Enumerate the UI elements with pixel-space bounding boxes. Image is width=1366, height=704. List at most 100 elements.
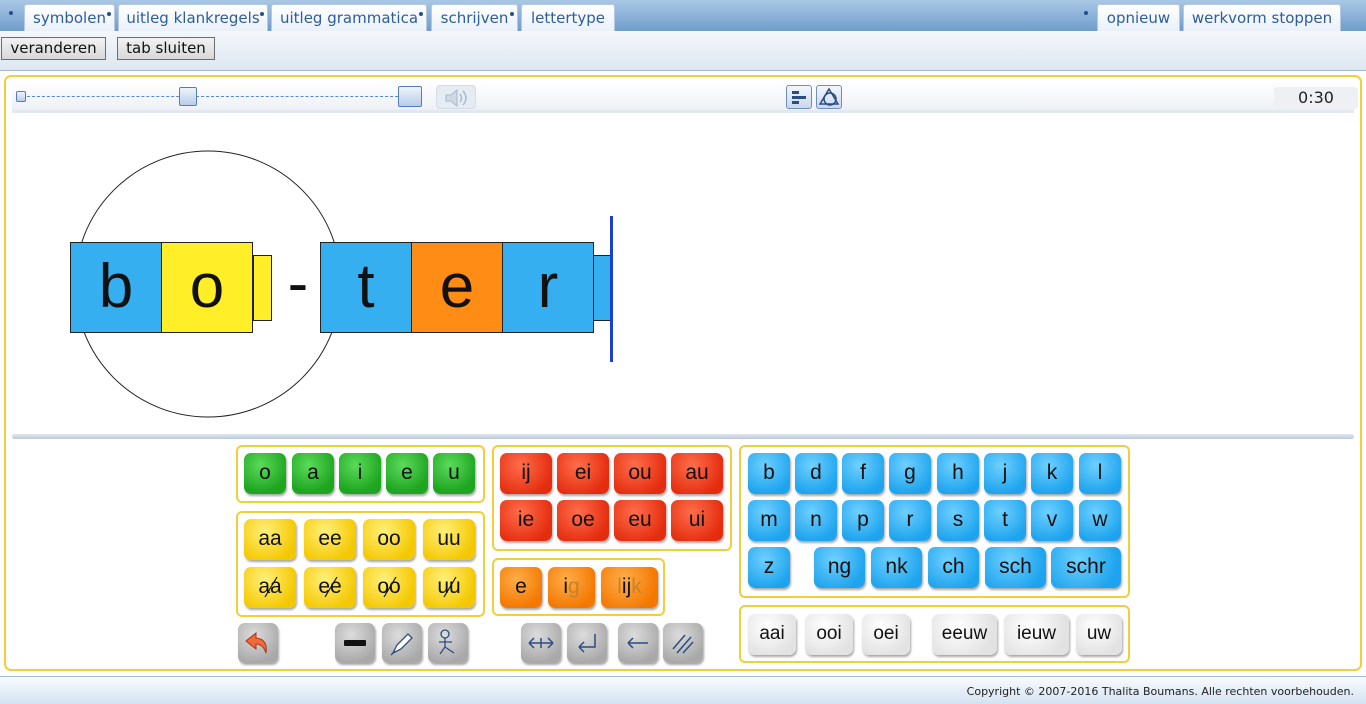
key-ij[interactable]: ij <box>500 453 552 494</box>
key-l[interactable]: l <box>1079 453 1121 494</box>
tab-label: uitleg grammatica <box>279 9 419 27</box>
key-z[interactable]: z <box>748 547 790 588</box>
key-ieuw[interactable]: ieuw <box>1004 614 1069 655</box>
clear-button[interactable] <box>663 623 703 663</box>
key-oe[interactable]: oe <box>557 500 609 541</box>
key-schwa-ig[interactable]: ig <box>548 567 595 608</box>
tab-uitleg-grammatica[interactable]: uitleg grammatica <box>271 4 427 31</box>
key-ie[interactable]: ie <box>500 500 552 541</box>
key-t[interactable]: t <box>984 500 1026 541</box>
key-oei[interactable]: oei <box>862 614 910 655</box>
letter-tile[interactable]: t <box>320 242 412 333</box>
tab-uitleg-klankregels[interactable]: uitleg klankregels <box>118 4 268 31</box>
opnieuw-button[interactable]: opnieuw <box>1097 4 1180 31</box>
pen-icon <box>390 633 413 656</box>
key-k[interactable]: k <box>1031 453 1073 494</box>
key-m[interactable]: m <box>748 500 790 541</box>
tab-sluiten-button[interactable]: tab sluiten <box>117 37 215 60</box>
backspace-button[interactable] <box>618 623 658 663</box>
key-eu[interactable]: eu <box>614 500 666 541</box>
slider-max-handle <box>398 86 422 107</box>
key-ee-struck[interactable]: ee <box>304 567 356 608</box>
key-uu-struck[interactable]: uu <box>423 567 475 608</box>
key-a[interactable]: a <box>292 453 334 494</box>
key-schwa-lijk[interactable]: lijk <box>601 567 658 608</box>
tab-lettertype[interactable]: lettertype <box>521 4 615 31</box>
key-s[interactable]: s <box>937 500 979 541</box>
letter-tile[interactable]: e <box>411 242 503 333</box>
key-oo-struck[interactable]: oo <box>363 567 415 608</box>
key-aa-struck[interactable]: aa <box>244 567 296 608</box>
enter-button[interactable] <box>567 623 607 663</box>
diphthong-group: ij ei ou au ie oe eu ui <box>492 445 732 551</box>
key-f[interactable]: f <box>842 453 884 494</box>
dash-icon <box>344 640 366 646</box>
copyright-text: Copyright © 2007-2016 Thalita Boumans. A… <box>966 685 1354 698</box>
key-sch[interactable]: sch <box>985 547 1046 588</box>
tab-symbolen[interactable]: symbolen <box>24 4 115 31</box>
key-ui[interactable]: ui <box>671 500 723 541</box>
key-b[interactable]: b <box>748 453 790 494</box>
speed-slider-thumb[interactable] <box>178 87 197 106</box>
key-label-faded: k <box>631 575 642 598</box>
key-ei[interactable]: ei <box>557 453 609 494</box>
tab-label: schrijven <box>440 9 509 27</box>
key-r[interactable]: r <box>889 500 931 541</box>
key-ee[interactable]: ee <box>304 519 356 560</box>
veranderen-button[interactable]: veranderen <box>1 37 106 60</box>
key-e[interactable]: e <box>386 453 428 494</box>
key-nk[interactable]: nk <box>871 547 922 588</box>
figure-button[interactable] <box>428 623 468 663</box>
key-uw[interactable]: uw <box>1076 614 1122 655</box>
key-oo[interactable]: oo <box>363 519 415 560</box>
key-aa[interactable]: aa <box>244 519 296 560</box>
key-d[interactable]: d <box>795 453 837 494</box>
panel-divider <box>12 434 1354 439</box>
letter-tile[interactable]: r <box>502 242 594 333</box>
footer: Copyright © 2007-2016 Thalita Boumans. A… <box>0 676 1366 704</box>
key-label: ij <box>621 575 632 598</box>
person-icon <box>439 629 455 655</box>
vowel-marker <box>253 255 272 321</box>
backspace-icon <box>627 637 648 649</box>
key-schr[interactable]: schr <box>1051 547 1121 588</box>
dash-button[interactable] <box>335 623 375 663</box>
speaker-icon <box>445 88 467 108</box>
key-ch[interactable]: ch <box>928 547 979 588</box>
key-uu[interactable]: uu <box>423 519 475 560</box>
werkvorm-stoppen-button[interactable]: werkvorm stoppen <box>1183 4 1341 31</box>
tab-label: symbolen <box>33 9 106 27</box>
key-p[interactable]: p <box>842 500 884 541</box>
key-i[interactable]: i <box>339 453 381 494</box>
timer-display: 0:30 <box>1274 87 1358 109</box>
key-n[interactable]: n <box>795 500 837 541</box>
layout-toggle-button[interactable] <box>786 85 812 109</box>
key-ou[interactable]: ou <box>614 453 666 494</box>
key-ooi[interactable]: ooi <box>805 614 853 655</box>
key-ng[interactable]: ng <box>814 547 865 588</box>
key-g[interactable]: g <box>889 453 931 494</box>
key-schwa-e[interactable]: e <box>500 567 542 608</box>
key-v[interactable]: v <box>1031 500 1073 541</box>
letter-tile[interactable]: o <box>161 242 253 333</box>
key-aai[interactable]: aai <box>748 614 796 655</box>
key-o[interactable]: o <box>244 453 286 494</box>
swap-button[interactable] <box>521 623 561 663</box>
key-eeuw[interactable]: eeuw <box>932 614 997 655</box>
key-u[interactable]: u <box>433 453 475 494</box>
key-w[interactable]: w <box>1079 500 1121 541</box>
tab-dot-icon <box>419 12 423 16</box>
speed-slider-track[interactable] <box>22 96 408 97</box>
consonant-group: b d f g h j k l m n p r s t v w z ng nk … <box>739 445 1130 598</box>
tab-schrijven[interactable]: schrijven <box>431 4 518 31</box>
speaker-button[interactable] <box>436 85 476 109</box>
undo-button[interactable] <box>238 623 278 663</box>
letter-tile[interactable]: b <box>70 242 162 333</box>
bar-dot-icon <box>9 11 13 15</box>
key-j[interactable]: j <box>984 453 1026 494</box>
key-au[interactable]: au <box>671 453 723 494</box>
shapes-toggle-button[interactable] <box>816 85 842 109</box>
pen-button[interactable] <box>382 623 422 663</box>
exercise-panel: 0:30 b o - t e r <box>4 75 1362 671</box>
key-h[interactable]: h <box>937 453 979 494</box>
